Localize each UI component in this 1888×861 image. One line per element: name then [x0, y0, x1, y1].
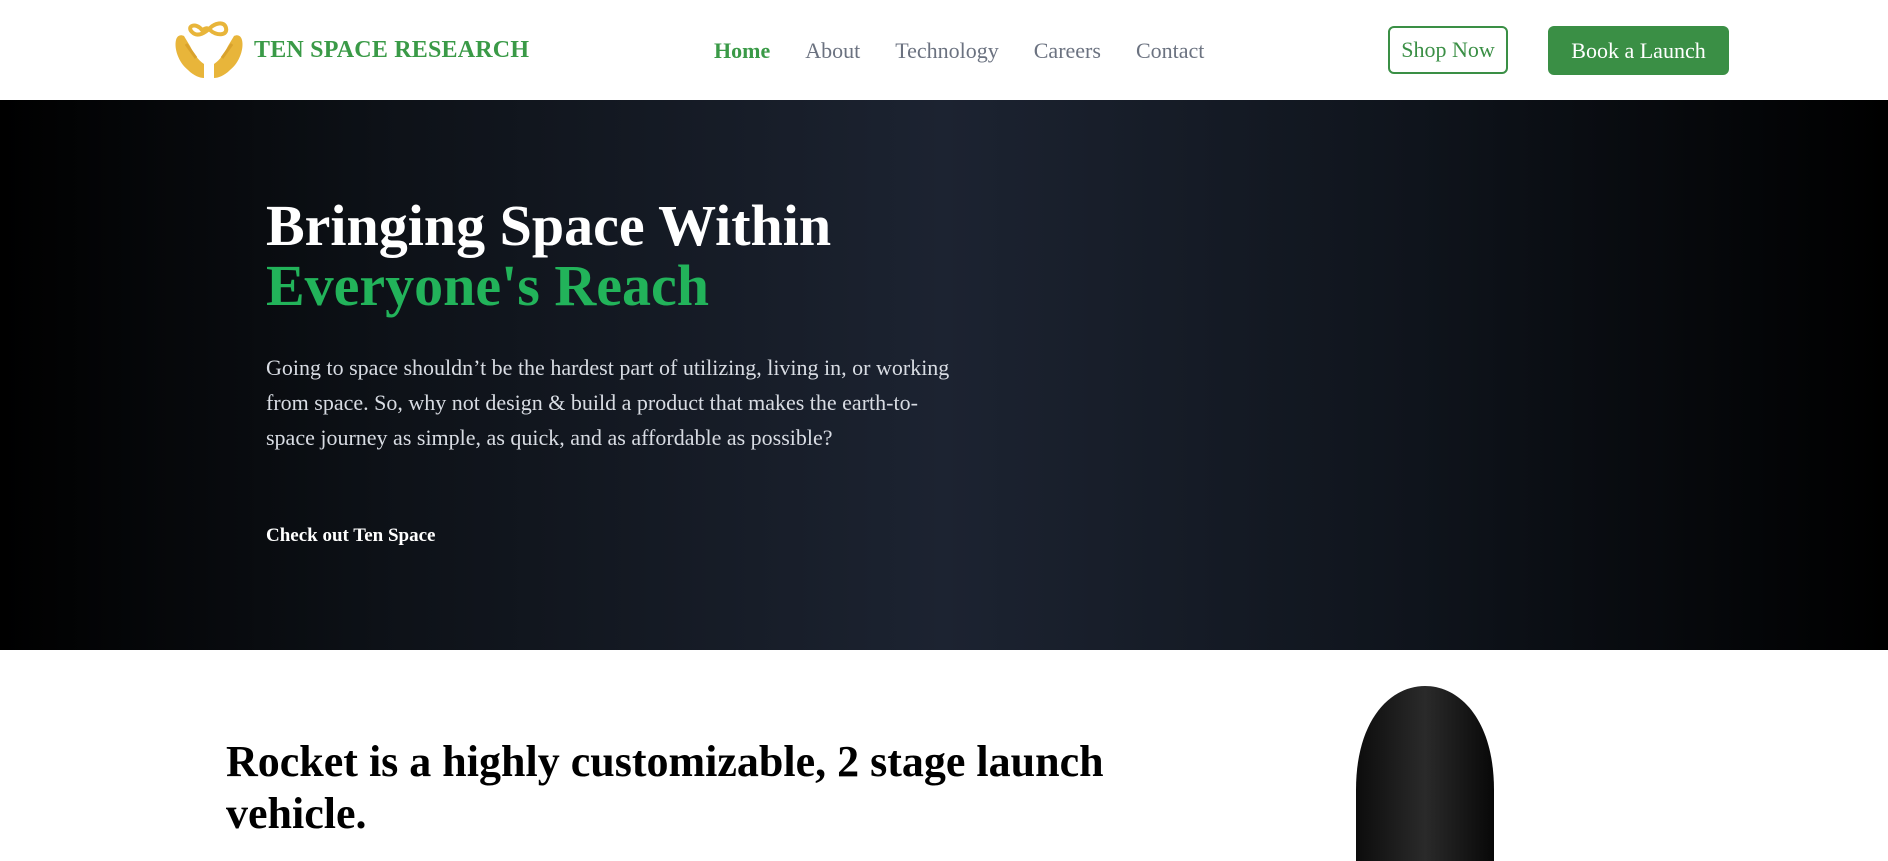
nav-technology-link[interactable]: Technology — [895, 38, 999, 64]
hero-title-line2: Everyone's Reach — [266, 253, 709, 318]
rocket-image — [1356, 686, 1494, 861]
hero-title: Bringing Space Within Everyone's Reach — [266, 196, 831, 316]
brand[interactable]: TEN SPACE RESEARCH — [172, 18, 529, 82]
hero-title-line1: Bringing Space Within — [266, 193, 832, 258]
nav-home-link[interactable]: Home — [714, 38, 770, 64]
brand-name: TEN SPACE RESEARCH — [254, 36, 530, 63]
nav-careers-link[interactable]: Careers — [1034, 38, 1101, 64]
shop-now-button[interactable]: Shop Now — [1388, 26, 1508, 74]
rocket-section-title: Rocket is a highly customizable, 2 stage… — [226, 737, 1104, 838]
hero-description: Going to space shouldn’t be the hardest … — [266, 355, 950, 450]
nav-about-link[interactable]: About — [805, 38, 860, 64]
check-out-link[interactable]: Check out Ten Space — [266, 525, 435, 547]
site-header: TEN SPACE RESEARCH Home About Technology… — [0, 0, 1888, 100]
hero-section: Bringing Space Within Everyone's Reach G… — [0, 100, 1888, 650]
main-nav: Home About Technology Careers Contact — [714, 38, 1239, 64]
hands-infinity-logo-icon — [175, 21, 243, 78]
nav-contact-link[interactable]: Contact — [1136, 38, 1204, 64]
book-launch-button[interactable]: Book a Launch — [1548, 26, 1729, 75]
